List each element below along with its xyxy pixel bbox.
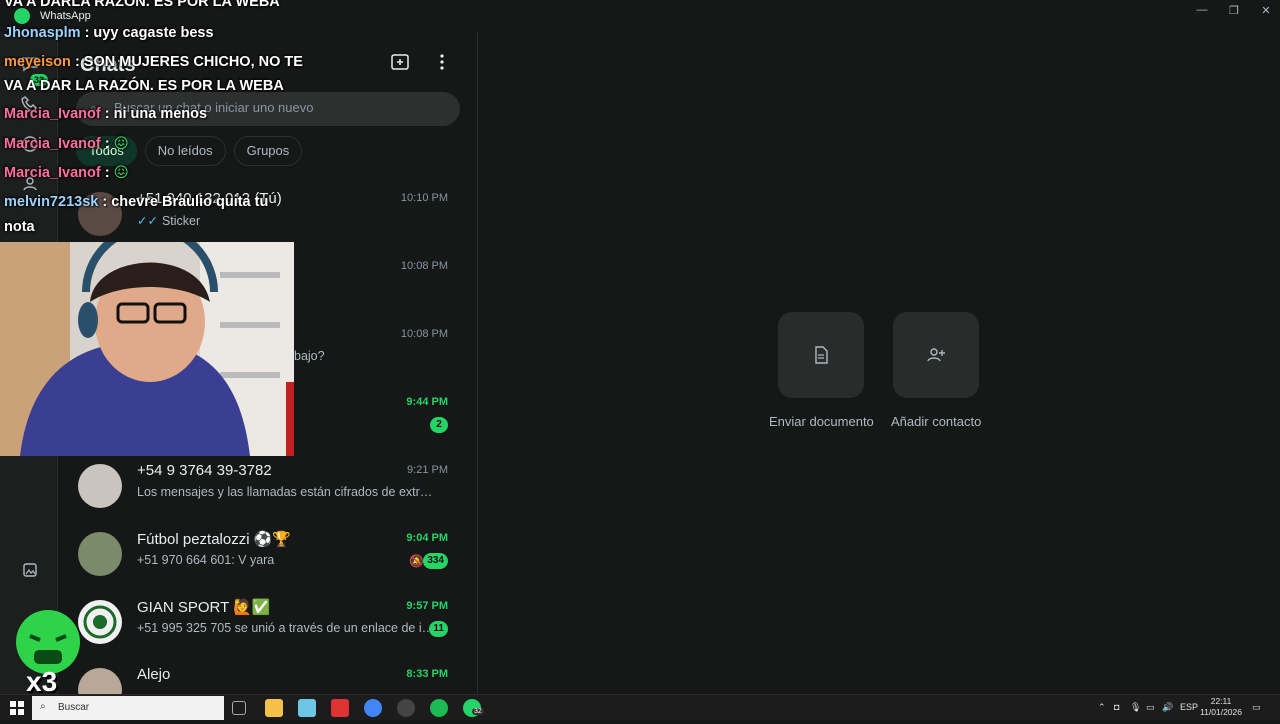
chat-name: +54 9 3764 39-3782 xyxy=(137,462,272,479)
volume-icon[interactable]: 🔊 xyxy=(1162,702,1173,713)
avatar xyxy=(78,600,122,644)
chat-time: 8:33 PM xyxy=(406,668,448,680)
chevron-up-icon[interactable]: ⌃ xyxy=(1098,702,1106,713)
overlay-line: meyeison : SON MUJERES CHICHO, NO TE xyxy=(4,54,303,70)
language-indicator[interactable]: ESP xyxy=(1180,702,1198,712)
chat-name: Fútbol peztalozzi ⚽🏆 xyxy=(137,531,292,548)
chat-row[interactable]: +54 9 3764 39-3782 9:21 PM Los mensajes … xyxy=(58,452,478,520)
chrome-icon[interactable] xyxy=(364,699,382,717)
muted-bell-icon: 🔕 xyxy=(409,554,424,568)
send-document-label: Enviar documento xyxy=(769,414,874,429)
chat-time: 10:08 PM xyxy=(400,328,448,340)
whatsapp-taskbar-badge: 32 xyxy=(472,708,484,715)
chat-time: 9:44 PM xyxy=(406,396,448,408)
taskbar-search[interactable]: ⌕ Buscar xyxy=(32,696,224,720)
overlay-line: Marcia_Ivanof : 😖 xyxy=(4,136,129,152)
overlay-line: Marcia_Ivanof : 😖 xyxy=(4,165,129,181)
file-explorer-icon[interactable] xyxy=(265,699,283,717)
clock-time: 22:11 xyxy=(1210,696,1232,706)
taskbar: ⌕ Buscar 32 ⌃ ◘ 🎙 ▭ 🔊 ESP 22:11 11/01/20… xyxy=(0,694,1280,720)
notepad-icon[interactable] xyxy=(298,699,316,717)
chat-time: 9:04 PM xyxy=(406,532,448,544)
chat-time: 9:57 PM xyxy=(406,600,448,612)
add-contact-button[interactable] xyxy=(893,312,979,398)
chat-name: Alejo xyxy=(137,666,171,683)
main-pane: Enviar documento Añadir contacto xyxy=(478,32,1280,694)
avatar xyxy=(78,464,122,508)
unread-count-badge: 2 xyxy=(430,417,448,433)
gian-sport-logo-icon xyxy=(83,605,117,639)
overlay-line: nota xyxy=(4,219,35,235)
document-icon xyxy=(815,346,828,364)
overlay-line: Marcia_Ivanof : ni una menos xyxy=(4,106,208,122)
search-icon: ⌕ xyxy=(40,701,46,712)
chat-time: 10:10 PM xyxy=(400,192,448,204)
add-contact-icon xyxy=(927,348,945,362)
taskbar-search-label: Buscar xyxy=(58,702,90,713)
chat-time: 9:21 PM xyxy=(407,464,448,476)
new-chat-button[interactable] xyxy=(388,52,412,76)
minimize-button[interactable]: — xyxy=(1190,4,1214,20)
network-icon[interactable]: ▭ xyxy=(1146,702,1155,713)
app-title: WhatsApp xyxy=(40,10,91,22)
overlay-line: Jhonasplm : uyy cagaste bess xyxy=(4,25,214,41)
overlay-line: VA A DAR LA RAZÓN. ES POR LA WEBA xyxy=(4,78,284,94)
unread-count-badge: 334 xyxy=(423,553,448,569)
sick-emote-icon: 😖 xyxy=(113,165,129,181)
more-vertical-icon xyxy=(440,54,444,70)
tray-icon[interactable]: ◘ xyxy=(1114,702,1119,712)
webcam-overlay xyxy=(0,242,294,456)
chat-last-message: ✓✓ Sticker xyxy=(137,214,201,228)
menu-button[interactable] xyxy=(430,52,454,76)
filter-groups[interactable]: Grupos xyxy=(233,136,303,166)
sick-emote-icon: 😖 xyxy=(113,136,129,152)
chat-last-message: +51 970 664 601: V yara xyxy=(137,553,275,567)
chat-name: GIAN SPORT 🙋✅ xyxy=(137,599,271,616)
unread-count-badge: 11 xyxy=(429,621,448,637)
chat-last-message: Los mensajes y las llamadas están cifrad… xyxy=(137,485,437,499)
microphone-icon[interactable]: 🎙 xyxy=(1130,702,1141,713)
app-icon[interactable] xyxy=(331,699,349,717)
chat-row[interactable]: GIAN SPORT 🙋✅ 9:57 PM +51 995 325 705 se… xyxy=(58,588,478,656)
maximize-button[interactable]: ❐ xyxy=(1222,4,1246,20)
chat-last-message: +51 995 325 705 se unió a través de un e… xyxy=(137,621,437,635)
emote-overlay: x3 xyxy=(12,608,84,697)
add-contact-label: Añadir contacto xyxy=(891,414,982,429)
taskbar-clock[interactable]: 22:11 11/01/2026 xyxy=(1200,696,1242,718)
send-document-button[interactable] xyxy=(778,312,864,398)
read-ticks-icon: ✓✓ xyxy=(137,214,158,228)
notification-icon[interactable]: ▭ xyxy=(1252,702,1261,713)
clock-date: 11/01/2026 xyxy=(1200,707,1242,717)
windows-start-icon[interactable] xyxy=(10,701,24,715)
webcam-feed-icon xyxy=(0,242,294,456)
chat-row[interactable]: Fútbol peztalozzi ⚽🏆 9:04 PM +51 970 664… xyxy=(58,520,478,588)
avatar xyxy=(78,532,122,576)
chat-row[interactable]: +51 940 132 012 (Tú) 10:10 PM ✓✓ Sticker xyxy=(58,180,478,248)
chat-time: 10:08 PM xyxy=(400,260,448,272)
overlay-line: VA A DARLA RAZÓN. ES POR LA WEBA xyxy=(4,0,280,10)
obs-icon[interactable] xyxy=(397,699,415,717)
task-view-icon[interactable] xyxy=(232,701,246,715)
new-chat-icon xyxy=(391,54,409,70)
close-button[interactable]: ✕ xyxy=(1254,4,1278,20)
media-icon[interactable] xyxy=(20,560,40,580)
whatsapp-logo-icon xyxy=(14,8,30,24)
filter-unread[interactable]: No leídos xyxy=(144,136,226,166)
spotify-icon[interactable] xyxy=(430,699,448,717)
overlay-line: melvin7213sk : chevre Braulio quita tu xyxy=(4,194,269,210)
